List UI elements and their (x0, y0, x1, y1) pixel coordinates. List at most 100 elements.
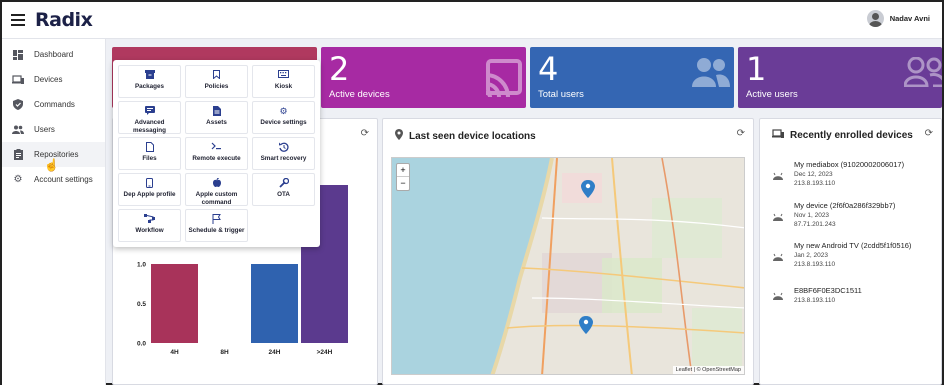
x-tick-label: 4H (170, 349, 179, 356)
wrench-icon (253, 177, 314, 189)
logo[interactable]: Radix (35, 9, 93, 31)
device-name: My device (2f6f0a286f329bb7) (794, 201, 896, 210)
top-bar: Radix Nadav Avni (2, 2, 942, 39)
menu-item-label: Dep Apple profile (123, 191, 176, 198)
list-item[interactable]: My device (2f6f0a286f329bb7) Nov 1, 2023… (772, 201, 895, 228)
message-icon (119, 106, 180, 117)
users-icon (12, 124, 24, 136)
apple-icon (186, 177, 247, 189)
menu-item-label: Workflow (135, 227, 164, 234)
device-ip: 213.8.193.110 (794, 297, 836, 304)
sidebar-item-account-settings[interactable]: ⚙ Account settings (2, 167, 105, 192)
sidebar-item-label: Dashboard (34, 50, 74, 59)
phone-icon (119, 178, 180, 189)
menu-item-kiosk[interactable]: Kiosk (252, 65, 315, 98)
menu-item-remote-execute[interactable]: Remote execute (185, 137, 248, 170)
map-attribution[interactable]: Leaflet | © OpenStreetMap (672, 366, 744, 374)
menu-item-workflow[interactable]: Workflow (118, 209, 181, 242)
card-title: Recently enrolled devices (772, 129, 913, 142)
menu-item-label: Packages (134, 83, 165, 90)
stat-card-active-users[interactable]: 1 Active users (738, 47, 942, 108)
document-icon (186, 106, 247, 117)
stat-value: 1 (746, 50, 767, 88)
menu-item-policies[interactable]: Policies (185, 65, 248, 98)
sidebar: Dashboard Devices Commands Users Reposit… (2, 39, 106, 385)
archive-icon (119, 70, 180, 81)
refresh-icon[interactable]: ⟳ (737, 128, 745, 139)
sidebar-item-label: Account settings (34, 175, 93, 184)
list-item[interactable]: My new Android TV (2cdd5f1f0516) Jan 2, … (772, 241, 911, 268)
map-tiles (392, 158, 744, 374)
devices-title: Recently enrolled devices (790, 130, 913, 141)
menu-item-files[interactable]: Files (118, 137, 181, 170)
menu-item-label: Schedule & trigger (188, 227, 245, 234)
device-name: My new Android TV (2cdd5f1f0516) (794, 241, 912, 250)
menu-item-label: Policies (204, 83, 229, 90)
menu-item-label: Kiosk (274, 83, 293, 90)
dashboard-icon (12, 49, 24, 61)
device-ip: 87.71.201.243 (794, 221, 836, 228)
device-name: My mediabox (91020002006017) (794, 160, 905, 169)
menu-item-apple-custom-command[interactable]: Apple custom command (185, 173, 248, 206)
menu-item-ota[interactable]: OTA (252, 173, 315, 206)
sidebar-item-users[interactable]: Users (2, 117, 105, 142)
gear-icon: ⚙ (279, 106, 288, 116)
sidebar-item-devices[interactable]: Devices (2, 67, 105, 92)
stat-label: Active devices (329, 89, 390, 100)
stat-card-total-users[interactable]: 4 Total users (530, 47, 734, 108)
android-icon (772, 253, 784, 268)
location-pin-icon (395, 129, 403, 143)
file-icon (119, 142, 180, 153)
list-item[interactable]: My mediabox (91020002006017) Dec 12, 202… (772, 160, 904, 187)
recent-devices-card: Recently enrolled devices ⟳ My mediabox … (759, 118, 942, 385)
menu-item-schedule-trigger[interactable]: Schedule & trigger (185, 209, 248, 242)
repositories-menu: Packages Policies Kiosk Advanced messagi… (113, 60, 320, 247)
bar-24h[interactable] (251, 264, 298, 343)
device-ip: 213.8.193.110 (794, 261, 836, 268)
device-date: Nov 1, 2023 (794, 212, 830, 219)
sidebar-item-dashboard[interactable]: Dashboard (2, 42, 105, 67)
keyboard-icon (253, 70, 314, 81)
android-icon (772, 213, 784, 228)
restore-icon (253, 142, 314, 153)
x-tick-label: >24H (317, 349, 333, 356)
zoom-in-button[interactable]: + (397, 164, 409, 177)
menu-item-label: Apple custom command (195, 191, 238, 206)
menu-item-dep-apple-profile[interactable]: Dep Apple profile (118, 173, 181, 206)
bar-4h[interactable] (151, 264, 198, 343)
menu-icon[interactable] (11, 14, 25, 29)
device-map[interactable]: + − Leaflet | © OpenStreetMap (391, 157, 745, 375)
sidebar-item-label: Users (34, 125, 55, 134)
stat-label: Active users (746, 89, 798, 100)
refresh-icon[interactable]: ⟳ (925, 128, 933, 139)
user-name: Nadav Avni (889, 14, 930, 23)
list-item[interactable]: E8BF6F0E3DC1511 213.8.193.110 (772, 286, 862, 304)
menu-item-packages[interactable]: Packages (118, 65, 181, 98)
menu-item-advanced-messaging[interactable]: Advanced messaging (118, 101, 181, 134)
stat-value: 2 (329, 50, 350, 88)
android-icon (772, 292, 784, 304)
device-date: Jan 2, 2023 (794, 252, 828, 259)
sidebar-item-repositories[interactable]: Repositories ☝ (2, 142, 105, 172)
shield-icon (12, 99, 24, 111)
sidebar-item-label: Devices (34, 75, 63, 84)
user-menu[interactable]: Nadav Avni (866, 10, 930, 27)
menu-item-label: Device settings (260, 119, 307, 126)
menu-item-smart-recovery[interactable]: Smart recovery (252, 137, 315, 170)
stat-value: 4 (538, 50, 559, 88)
sidebar-item-label: Commands (34, 100, 75, 109)
users-icon (692, 57, 730, 92)
y-tick-label: 0.0 (137, 341, 146, 348)
menu-item-device-settings[interactable]: ⚙ Device settings (252, 101, 315, 134)
gear-icon: ⚙ (13, 174, 23, 185)
map-card: Last seen device locations ⟳ + − Leaflet… (382, 118, 754, 385)
y-tick-label: 0.5 (137, 301, 146, 308)
menu-item-assets[interactable]: Assets (185, 101, 248, 134)
map-marker[interactable] (579, 316, 593, 334)
sidebar-item-commands[interactable]: Commands (2, 92, 105, 117)
stat-card-active-devices[interactable]: 2 Active devices (321, 47, 526, 108)
card-title: Last seen device locations (395, 129, 536, 143)
cast-icon (484, 57, 522, 102)
clipboard-icon (12, 149, 24, 161)
zoom-out-button[interactable]: − (397, 177, 409, 190)
